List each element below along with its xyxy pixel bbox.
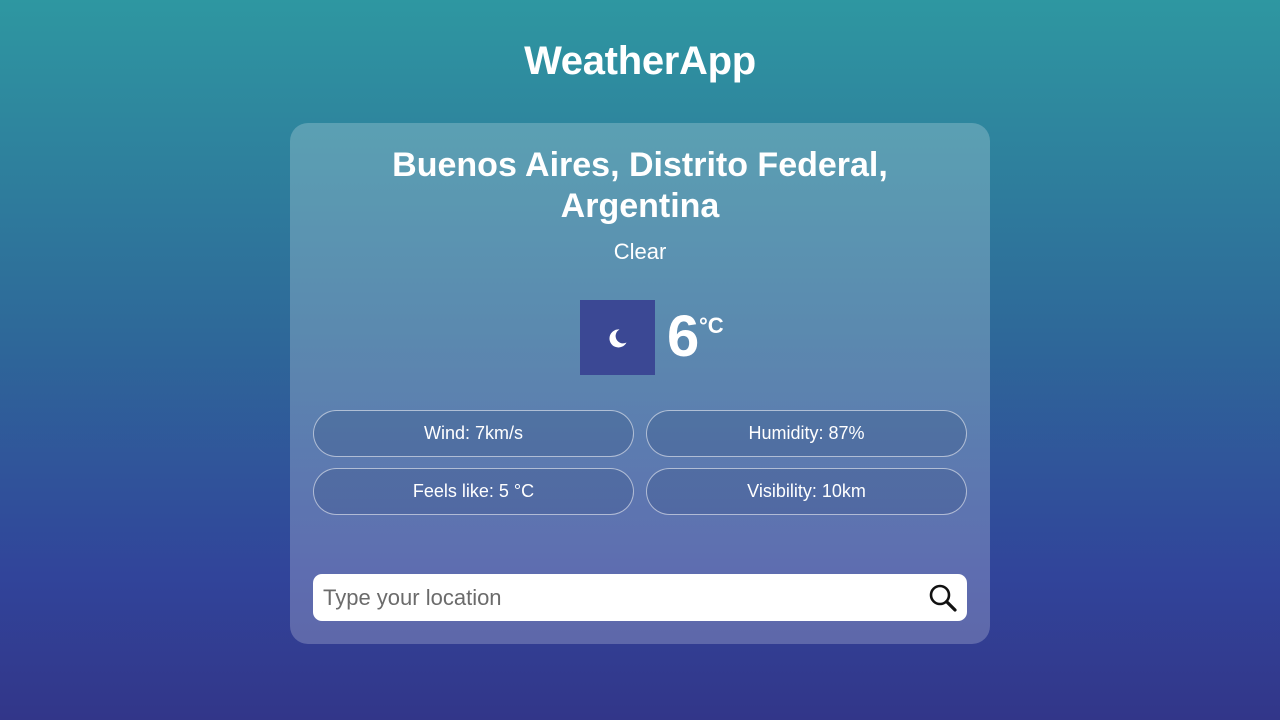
search-box: [313, 574, 967, 621]
app-title: WeatherApp: [524, 39, 756, 83]
humidity-stat: Humidity: 87%: [646, 410, 967, 457]
feels-like-stat: Feels like: 5 °C: [313, 468, 634, 515]
location-search-input[interactable]: [313, 574, 913, 621]
weather-condition: Clear: [613, 239, 667, 264]
current-weather: 6 °C: [580, 300, 760, 376]
moon-icon: [580, 300, 655, 375]
temperature-unit: °C: [699, 313, 724, 338]
weather-card: Buenos Aires, Distrito Federal, Argentin…: [290, 123, 990, 644]
wind-stat: Wind: 7km/s: [313, 410, 634, 457]
search-button[interactable]: [925, 580, 961, 616]
search-icon: [929, 584, 957, 612]
location-name: Buenos Aires, Distrito Federal, Argentin…: [392, 146, 888, 225]
visibility-stat: Visibility: 10km: [646, 468, 967, 515]
temperature-value: 6: [667, 304, 700, 369]
